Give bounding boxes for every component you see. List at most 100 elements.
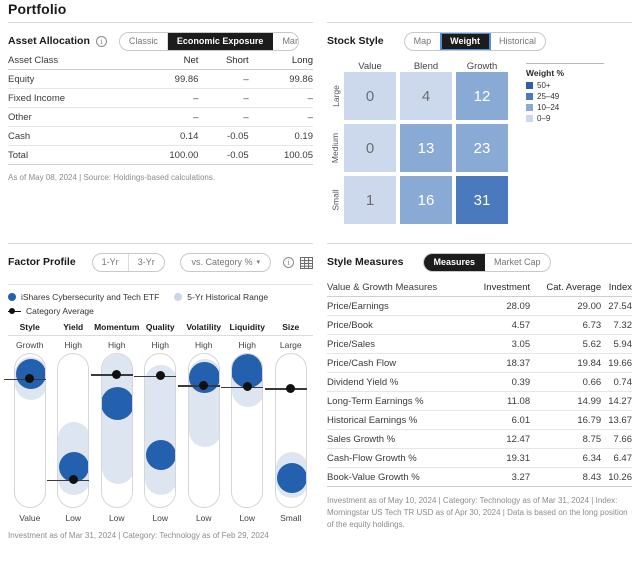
stock-style-cell[interactable]: 13 xyxy=(400,124,452,172)
factor-bottom-label: Low xyxy=(65,513,82,523)
table-cell: Book-Value Growth % xyxy=(327,467,470,487)
legend-swatch-icon xyxy=(526,93,533,100)
table-cell: 7.66 xyxy=(601,429,632,449)
stock-style-row-header: Small xyxy=(327,176,344,224)
table-cell: 16.79 xyxy=(530,410,602,430)
table-cell: Other xyxy=(8,107,135,127)
table-cell: 99.86 xyxy=(248,69,313,89)
table-row: Price/Cash Flow 18.37 19.84 19.66 xyxy=(327,353,632,373)
factor-track[interactable] xyxy=(231,353,264,508)
tab-classic[interactable]: Classic xyxy=(120,32,168,50)
tab-market-cap[interactable]: Market Cap xyxy=(485,254,550,271)
style-measures-tabs[interactable]: Measures Market Cap xyxy=(423,252,551,272)
info-icon[interactable]: i xyxy=(95,35,107,47)
stock-style-cell[interactable]: 12 xyxy=(456,72,508,120)
table-row: Price/Book 4.57 6.73 7.32 xyxy=(327,315,632,335)
divider xyxy=(8,243,313,244)
legend-label: iShares Cybersecurity and Tech ETF xyxy=(21,292,160,302)
table-cell: Equity xyxy=(8,69,135,89)
divider xyxy=(51,335,95,336)
asset-allocation-header: Asset Allocation i Classic Economic Expos… xyxy=(8,31,313,51)
table-row: Cash 0.14 -0.05 0.19 xyxy=(8,126,313,146)
tab-market-value[interactable]: Market Value xyxy=(273,33,298,50)
factor-top-label: High xyxy=(238,340,256,350)
factor-profile-compare-dropdown[interactable]: vs. Category % ▾ xyxy=(180,252,271,272)
stock-style-cell[interactable]: 31 xyxy=(456,176,508,224)
table-cell: Historical Earnings % xyxy=(327,410,470,430)
stock-style-tabs[interactable]: Map Weight Historical xyxy=(403,31,546,51)
table-cell: 10.26 xyxy=(601,467,632,487)
column-header: Investment xyxy=(469,278,531,297)
table-grid-icon[interactable] xyxy=(300,256,313,269)
stock-style-cell[interactable]: 16 xyxy=(400,176,452,224)
tab-label: 3-Yr xyxy=(137,257,155,267)
tab-weight[interactable]: Weight xyxy=(440,32,491,50)
stock-style-cell[interactable]: 4 xyxy=(400,72,452,120)
legend-item: 10–24 xyxy=(526,103,612,112)
tab-3-yr[interactable]: 3-Yr xyxy=(129,253,165,271)
factor-profile-legend: iShares Cybersecurity and Tech ETF 5-Yr H… xyxy=(8,292,313,316)
table-cell: 3.05 xyxy=(469,334,531,354)
stock-style-row: 0 13 23 xyxy=(344,124,512,176)
stock-style-cell[interactable]: 23 xyxy=(456,124,508,172)
factor-track[interactable] xyxy=(187,353,220,508)
table-row: Long-Term Earnings % 11.08 14.99 14.27 xyxy=(327,391,632,411)
table-row: Total 100.00 -0.05 100.05 xyxy=(8,145,313,165)
table-row: Cash-Flow Growth % 19.31 6.34 6.47 xyxy=(327,448,632,468)
factor-track[interactable] xyxy=(57,353,90,508)
tab-measures[interactable]: Measures xyxy=(424,253,485,271)
factor-track[interactable] xyxy=(274,353,307,508)
table-cell: – xyxy=(198,69,249,89)
asset-allocation-tabs[interactable]: Classic Economic Exposure Market Value xyxy=(118,31,300,51)
table-cell: Sales Growth % xyxy=(327,429,470,449)
table-cell: Price/Earnings xyxy=(327,296,470,316)
factor-profile-period-tabs[interactable]: 1-Yr3-Yr5-Yr xyxy=(91,252,166,272)
table-cell: – xyxy=(198,107,249,127)
divider xyxy=(269,335,313,336)
factor-column-style: Style Growth Value xyxy=(3,322,52,523)
factor-profile-footnote: Investment as of Mar 31, 2024 | Category… xyxy=(8,531,269,540)
stock-style-legend-title: Weight % xyxy=(526,68,565,78)
table-cell: 99.86 xyxy=(134,69,199,89)
factor-name: Size xyxy=(282,322,300,332)
tab-label: Economic Exposure xyxy=(176,36,264,46)
table-cell: 4.57 xyxy=(469,315,531,335)
tab-map[interactable]: Map xyxy=(405,32,442,50)
table-cell: 6.47 xyxy=(601,448,632,468)
stock-style-cell[interactable]: 1 xyxy=(344,176,396,224)
factor-track-wrapper xyxy=(90,353,138,510)
stock-style-header: Stock Style Map Weight Historical xyxy=(327,31,632,51)
stock-style-cell[interactable]: 0 xyxy=(344,124,396,172)
table-cell: 6.73 xyxy=(530,315,602,335)
legend-item: 5-Yr Historical Range xyxy=(174,292,278,302)
tab-label: Map xyxy=(413,36,432,46)
table-cell: Cash xyxy=(8,126,135,146)
row-header-label: Medium xyxy=(330,132,341,164)
tab-label: Historical xyxy=(498,36,536,46)
info-icon[interactable]: i xyxy=(283,256,294,268)
table-row: Price/Sales 3.05 5.62 5.94 xyxy=(327,334,632,354)
stock-style-cell[interactable]: 0 xyxy=(344,72,396,120)
investment-value-marker xyxy=(101,387,132,421)
legend-swatch-icon xyxy=(526,82,533,89)
legend-item: Category Average xyxy=(8,306,104,316)
table-cell: 12.47 xyxy=(469,429,531,449)
table-cell: 19.66 xyxy=(601,353,632,373)
factor-column-quality: Quality High Low xyxy=(134,322,182,523)
tab-economic-exposure[interactable]: Economic Exposure xyxy=(167,32,274,50)
table-cell: 8.43 xyxy=(530,467,602,487)
factor-profile-title: Factor Profile xyxy=(8,256,76,268)
tab-historical[interactable]: Historical xyxy=(490,33,545,50)
table-cell: 3.27 xyxy=(469,467,531,487)
stock-style-row-header: Medium xyxy=(327,124,344,172)
table-cell: 100.00 xyxy=(134,145,199,165)
table-cell: Long-Term Earnings % xyxy=(327,391,470,411)
stock-style-col-header: Growth xyxy=(466,61,498,72)
factor-profile-header: Factor Profile 1-Yr3-Yr5-Yr vs. Category… xyxy=(8,252,313,272)
tab-1-yr[interactable]: 1-Yr xyxy=(93,253,129,271)
table-row: Fixed Income – – – xyxy=(8,88,313,108)
asset-allocation-table: Asset Class Net Short Long Equity 99.86–99.8… xyxy=(8,51,313,165)
table-cell: 7.32 xyxy=(601,315,632,335)
table-cell: 27.54 xyxy=(601,296,632,316)
table-cell: 100.05 xyxy=(248,145,313,165)
